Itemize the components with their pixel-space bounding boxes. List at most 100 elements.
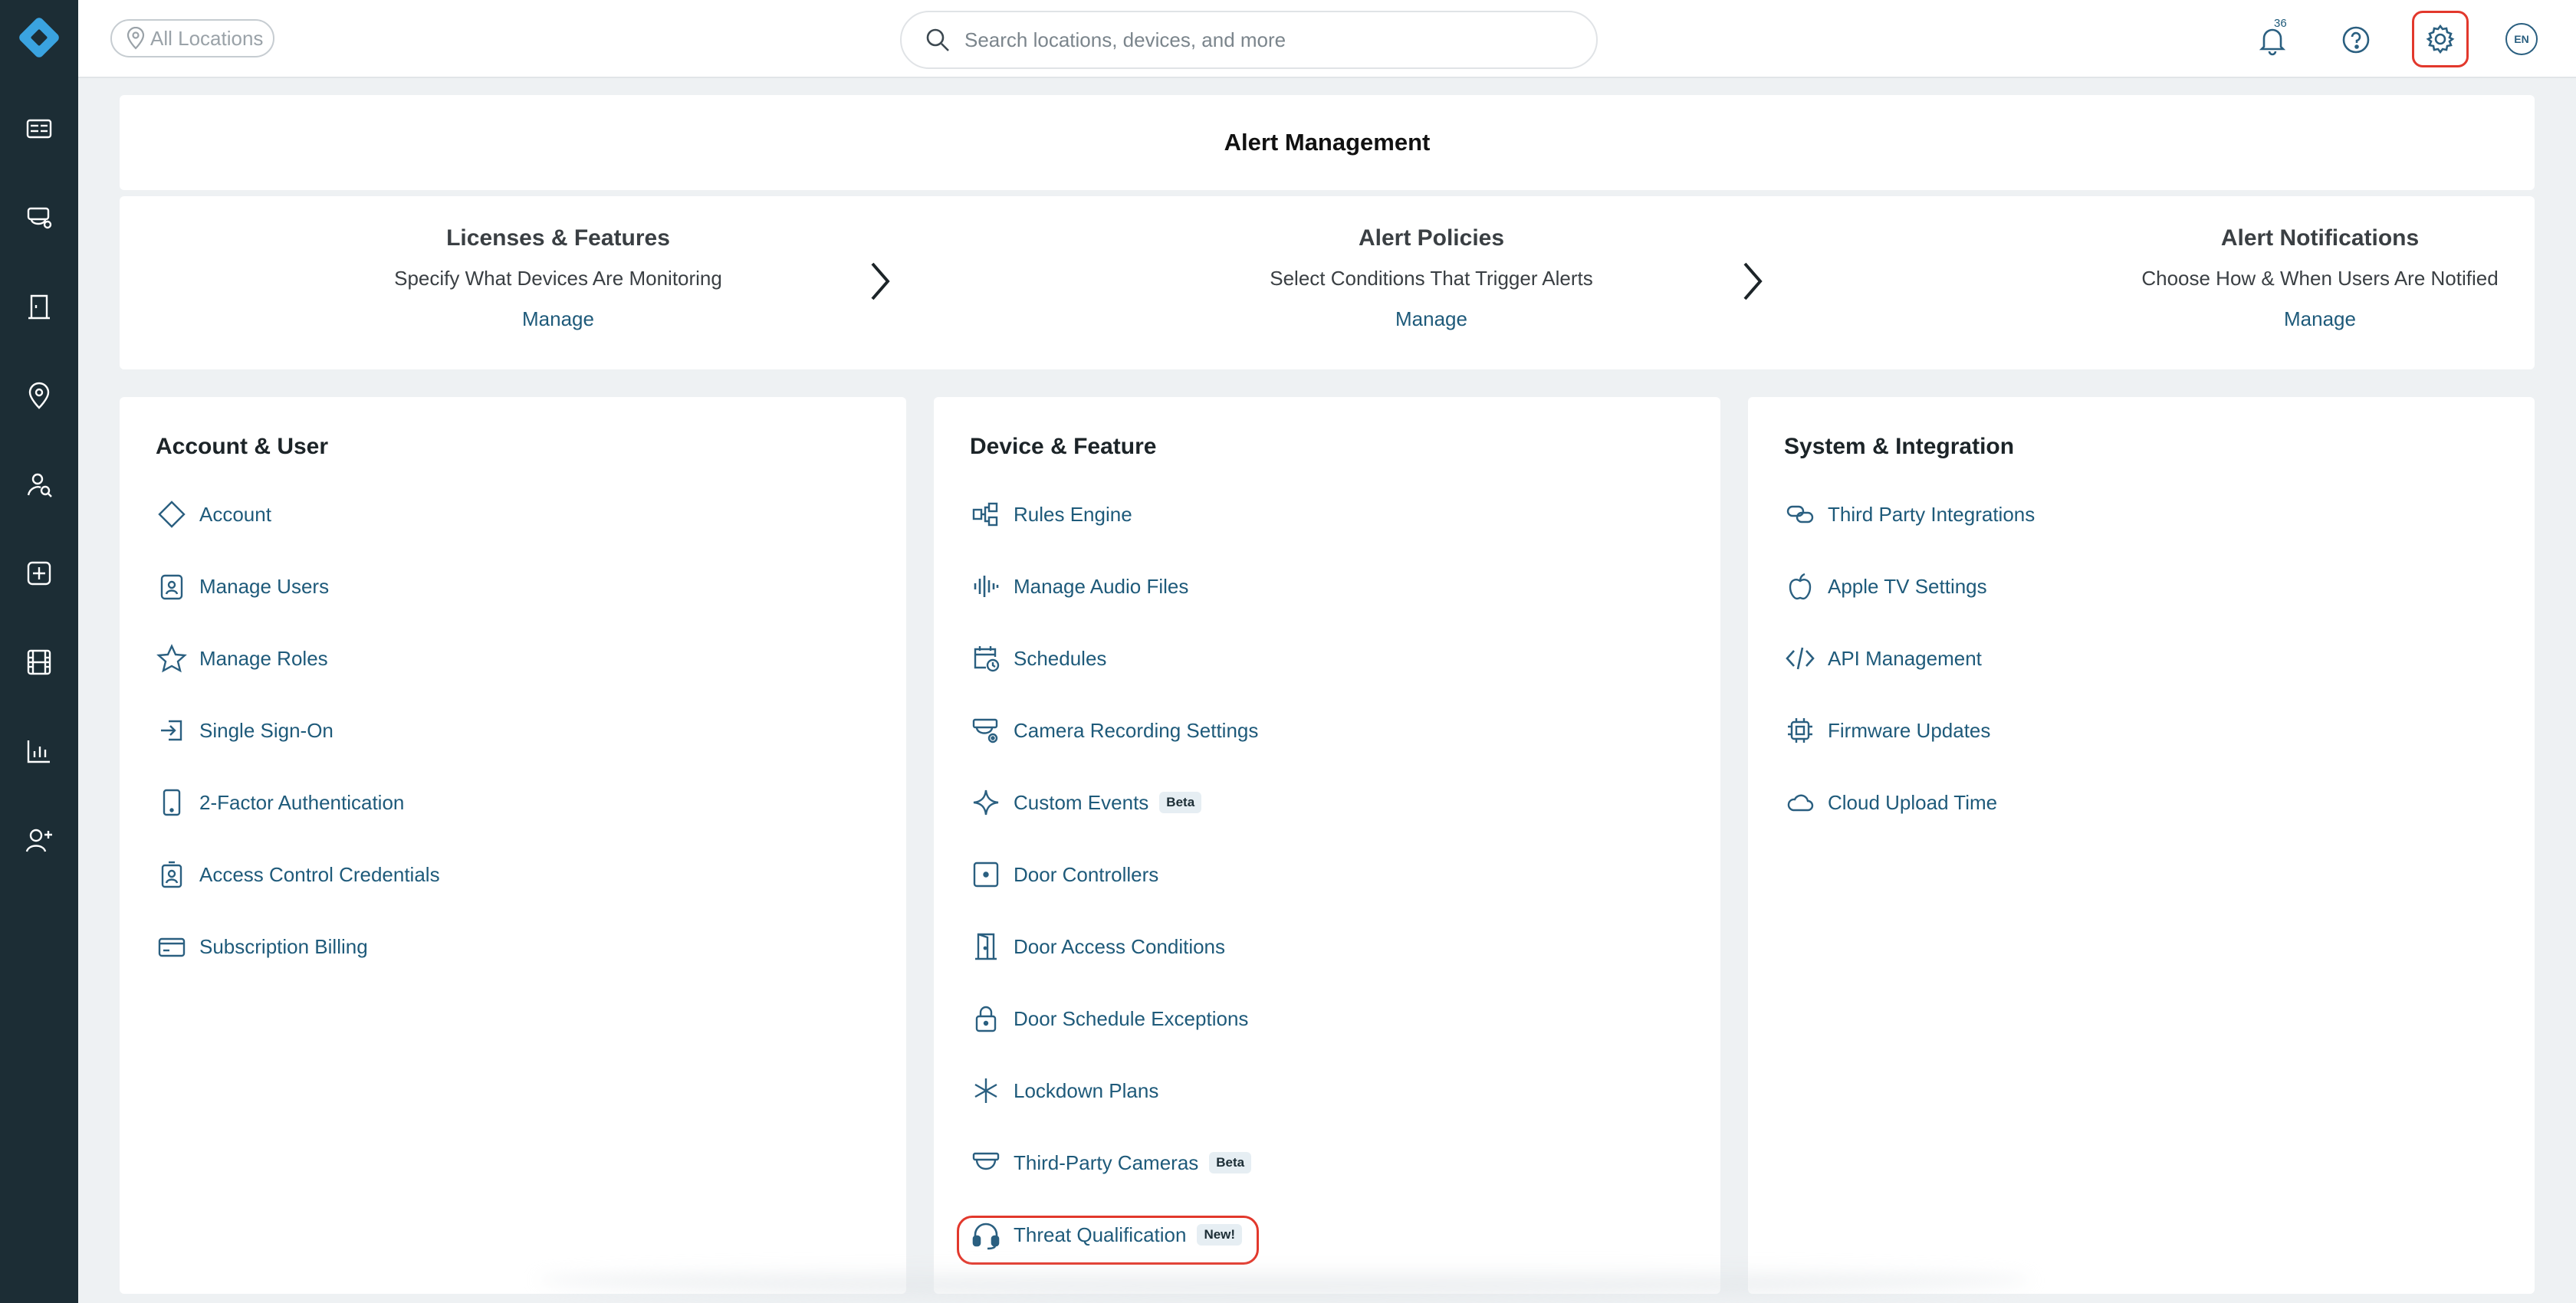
add-user-icon[interactable] — [19, 820, 59, 860]
alert-steps-panel: Licenses & Features Specify What Devices… — [120, 196, 2535, 369]
step-title: Alert Policies — [1358, 225, 1505, 251]
notification-count: 36 — [2274, 17, 2287, 30]
card-title: Device & Feature — [970, 434, 1157, 459]
card-title: System & Integration — [1784, 434, 2015, 459]
film-icon[interactable] — [19, 642, 59, 682]
step-description: Specify What Devices Are Monitoring — [394, 267, 722, 290]
single-sign-on-link[interactable]: Single Sign-On — [155, 711, 334, 750]
item-label: Manage Roles — [199, 646, 328, 670]
item-label: Third Party Integrations — [1828, 502, 2036, 526]
manage-roles-link[interactable]: Manage Roles — [155, 639, 328, 678]
credit-card-icon — [155, 930, 189, 963]
chevron-right-icon — [1743, 262, 1763, 300]
step-description: Select Conditions That Trigger Alerts — [1270, 267, 1593, 290]
people-search-icon[interactable] — [19, 464, 59, 504]
schedules-link[interactable]: Schedules — [969, 639, 1106, 678]
item-label: Camera Recording Settings — [1014, 718, 1259, 742]
dashboard-icon[interactable] — [19, 109, 59, 149]
access-control-credentials-link[interactable]: Access Control Credentials — [155, 855, 440, 894]
item-label: Threat Qualification — [1014, 1223, 1187, 1246]
door-access-conditions-link[interactable]: Door Access Conditions — [969, 927, 1225, 966]
camera-settings-icon — [969, 714, 1003, 747]
item-label: API Management — [1828, 646, 1982, 670]
beta-badge: Beta — [1209, 1152, 1252, 1173]
search-bar[interactable] — [900, 11, 1598, 69]
location-pin-icon[interactable] — [19, 376, 59, 415]
credential-badge-icon — [155, 858, 189, 891]
door-schedule-exceptions-link[interactable]: Door Schedule Exceptions — [969, 999, 1248, 1038]
chevron-right-icon — [871, 262, 890, 300]
notifications-bell-icon[interactable] — [2251, 18, 2294, 61]
item-label: Manage Audio Files — [1014, 574, 1189, 598]
rules-flow-icon — [969, 497, 1003, 531]
lockdown-plans-link[interactable]: Lockdown Plans — [969, 1072, 1158, 1110]
apple-icon — [1783, 569, 1817, 603]
asterisk-icon — [969, 1074, 1003, 1108]
step-licenses-features: Licenses & Features Specify What Devices… — [251, 196, 865, 331]
phone-icon — [155, 786, 189, 819]
item-label: Rules Engine — [1014, 502, 1132, 526]
cloud-upload-time-link[interactable]: Cloud Upload Time — [1783, 783, 1997, 822]
settings-gear-button[interactable] — [2412, 11, 2469, 67]
step-description: Choose How & When Users Are Notified — [2141, 267, 2499, 290]
card-title: Account & User — [156, 434, 329, 459]
user-badge-icon — [155, 569, 189, 603]
item-label: Door Schedule Exceptions — [1014, 1006, 1249, 1030]
location-label: All Locations — [150, 26, 264, 50]
manage-users-link[interactable]: Manage Users — [155, 567, 329, 606]
item-label: Account — [199, 502, 271, 526]
camera-recording-settings-link[interactable]: Camera Recording Settings — [969, 711, 1258, 750]
custom-events-link[interactable]: Custom Events Beta — [969, 783, 1202, 822]
apple-tv-settings-link[interactable]: Apple TV Settings — [1783, 567, 1987, 606]
door-controllers-link[interactable]: Door Controllers — [969, 855, 1158, 894]
door-icon — [969, 930, 1003, 963]
gear-icon — [2426, 24, 2455, 54]
manage-audio-files-link[interactable]: Manage Audio Files — [969, 567, 1188, 606]
cloud-icon — [1783, 786, 1817, 819]
search-icon — [926, 28, 949, 51]
search-input[interactable] — [964, 28, 1547, 52]
step-alert-policies: Alert Policies Select Conditions That Tr… — [1125, 196, 1738, 331]
sign-in-icon — [155, 714, 189, 747]
chip-icon — [1783, 714, 1817, 747]
location-pin-icon — [127, 27, 145, 50]
item-label: Manage Users — [199, 574, 330, 598]
language-selector[interactable]: EN — [2505, 23, 2538, 55]
third-party-cameras-link[interactable]: Third-Party Cameras Beta — [969, 1144, 1252, 1182]
item-label: Third-Party Cameras — [1014, 1150, 1199, 1174]
third-party-integrations-link[interactable]: Third Party Integrations — [1783, 495, 2035, 533]
access-door-icon[interactable] — [19, 287, 59, 327]
analytics-chart-icon[interactable] — [19, 731, 59, 771]
left-sidebar — [0, 0, 78, 1303]
item-label: Cloud Upload Time — [1828, 790, 1998, 814]
api-management-link[interactable]: API Management — [1783, 639, 1982, 678]
audio-wave-icon — [969, 569, 1003, 603]
sparkle-icon — [969, 786, 1003, 819]
item-label: Door Access Conditions — [1014, 934, 1226, 958]
add-device-icon[interactable] — [19, 553, 59, 593]
star-icon — [155, 642, 189, 675]
dome-camera-icon — [969, 1146, 1003, 1180]
item-label: Custom Events — [1014, 790, 1149, 814]
manage-policies-link[interactable]: Manage — [1395, 307, 1467, 331]
door-controller-icon — [969, 858, 1003, 891]
new-badge: New! — [1197, 1224, 1243, 1246]
manage-notifications-link[interactable]: Manage — [2284, 307, 2356, 331]
manage-licenses-link[interactable]: Manage — [522, 307, 594, 331]
step-title: Licenses & Features — [446, 225, 670, 251]
item-label: Subscription Billing — [199, 934, 368, 958]
subscription-billing-link[interactable]: Subscription Billing — [155, 927, 368, 966]
item-label: Access Control Credentials — [199, 862, 440, 886]
help-icon[interactable] — [2334, 18, 2377, 61]
cameras-icon[interactable] — [19, 198, 59, 238]
system-integration-card: System & Integration Third Party Integra… — [1748, 397, 2535, 1294]
brand-logo[interactable] — [15, 13, 64, 62]
firmware-updates-link[interactable]: Firmware Updates — [1783, 711, 1990, 750]
code-icon — [1783, 642, 1817, 675]
rules-engine-link[interactable]: Rules Engine — [969, 495, 1132, 533]
location-selector[interactable]: All Locations — [110, 19, 274, 57]
threat-qualification-link[interactable]: Threat Qualification New! — [969, 1216, 1243, 1254]
account-link[interactable]: Account — [155, 495, 271, 533]
beta-badge: Beta — [1159, 792, 1202, 813]
two-factor-auth-link[interactable]: 2-Factor Authentication — [155, 783, 404, 822]
